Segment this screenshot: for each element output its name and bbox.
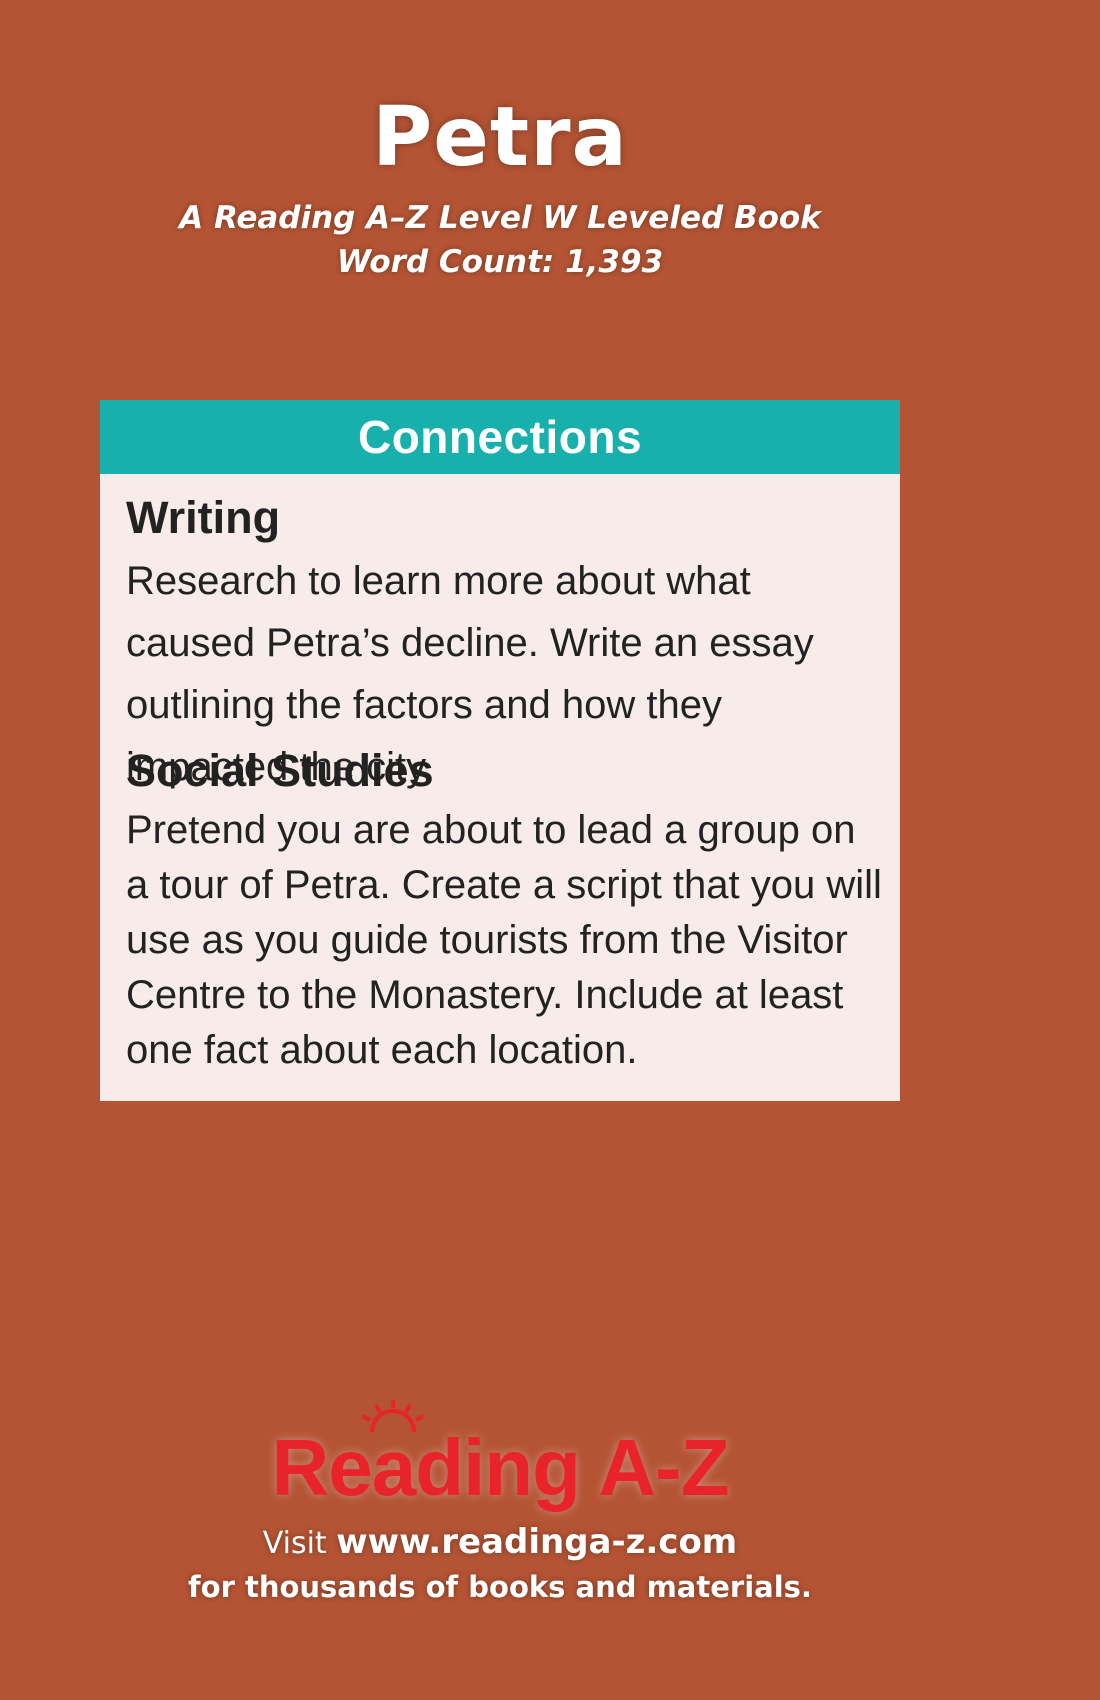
visit-word: Visit [262, 1526, 327, 1561]
word-count: Word Count: 1,393 [336, 244, 664, 280]
connections-header: Connections [100, 400, 900, 474]
book-title: Petra [372, 90, 628, 185]
website-link[interactable]: www.readinga-z.com [336, 1522, 737, 1562]
visit-line: Visit www.readinga-z.com [0, 1520, 1000, 1566]
connections-panel: Connections Writing Research to learn mo… [100, 400, 900, 1101]
reading-az-logo: Reading A-Z [271, 1423, 729, 1512]
tagline: for thousands of books and materials. [188, 1570, 812, 1604]
social-studies-body: Pretend you are about to lead a group on… [126, 808, 882, 1072]
writing-heading: Writing [126, 492, 281, 543]
social-studies-heading: Social Studies [126, 745, 434, 796]
level-subtitle: A Reading A–Z Level W Leveled Book [179, 200, 821, 236]
